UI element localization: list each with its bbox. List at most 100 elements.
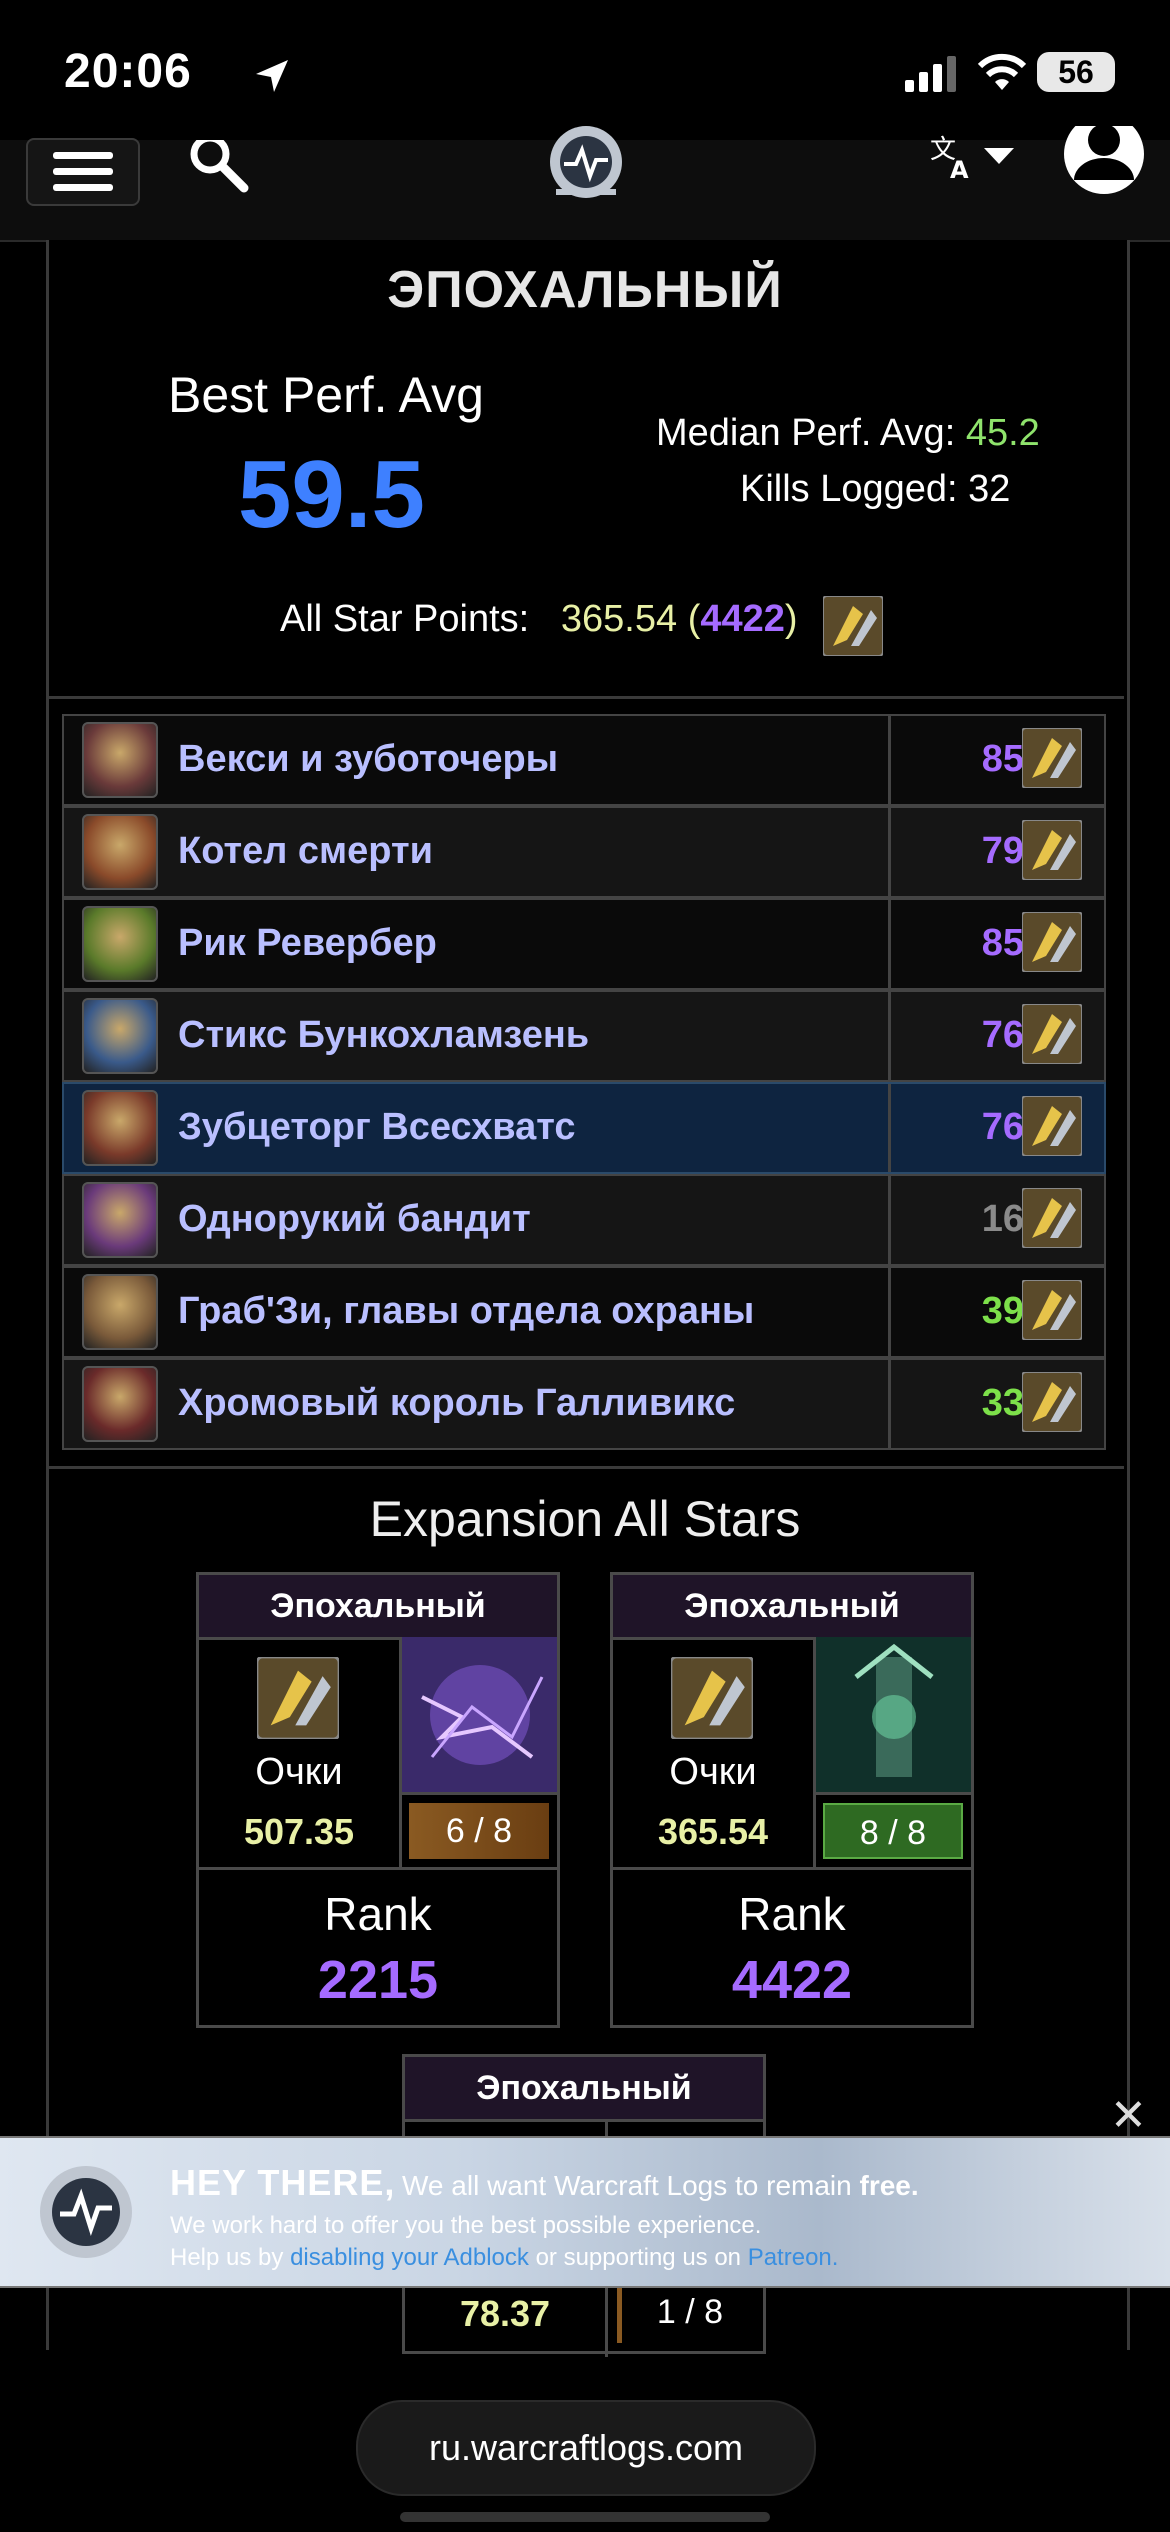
boss-name[interactable]: Хромовый король Галливикс xyxy=(178,1382,735,1425)
warrior-class-icon xyxy=(671,1657,753,1739)
boss-row[interactable]: Рик Ревербер 85 xyxy=(62,898,1106,990)
warrior-class-icon[interactable] xyxy=(1022,728,1082,788)
boss-name[interactable]: Стикс Бункохламзень xyxy=(178,1014,589,1057)
boss-portrait xyxy=(82,906,158,982)
warrior-class-icon[interactable] xyxy=(1022,1280,1082,1340)
warcraftlogs-logo xyxy=(40,2166,132,2258)
top-nav: 文 A xyxy=(0,126,1170,242)
warrior-class-icon[interactable] xyxy=(1022,912,1082,972)
boss-portrait xyxy=(82,1274,158,1350)
all-star-points-value: 365.54 xyxy=(560,598,678,640)
user-avatar-icon[interactable] xyxy=(1062,126,1146,196)
points-label: Очки xyxy=(255,1751,343,1793)
boss-score: 79 xyxy=(981,830,1024,872)
best-perf-label: Best Perf. Avg xyxy=(168,367,484,423)
best-perf-value: 59.5 xyxy=(238,441,425,548)
warrior-class-icon xyxy=(257,1657,339,1739)
boss-score: 39 xyxy=(981,1290,1024,1332)
progress-badge: 1 / 8 xyxy=(656,2293,724,2331)
boss-portrait xyxy=(82,722,158,798)
warcraftlogs-logo[interactable] xyxy=(536,126,636,206)
warrior-class-icon[interactable] xyxy=(1022,820,1082,880)
points-value: 78.37 xyxy=(459,2293,551,2334)
location-arrow-icon xyxy=(256,60,288,92)
svg-text:A: A xyxy=(950,156,969,180)
boss-name[interactable]: Векси и зуботочеры xyxy=(178,738,558,781)
warrior-class-icon[interactable] xyxy=(1022,1096,1082,1156)
warrior-class-icon[interactable] xyxy=(1022,1372,1082,1432)
warrior-class-icon[interactable] xyxy=(823,596,883,656)
progress-badge: 8 / 8 xyxy=(823,1803,963,1859)
kills-label: Kills Logged: xyxy=(740,468,958,510)
kills-logged: Kills Logged: 32 xyxy=(740,468,1010,511)
boss-row[interactable]: Однорукий бандит 16 xyxy=(62,1174,1106,1266)
card-header: Эпохальный xyxy=(405,2057,763,2122)
all-star-rank: 4422 xyxy=(700,598,785,640)
all-stars-card[interactable]: Эпохальный Очки 365.54 8 / 8 Rank 4422 xyxy=(610,1572,974,2028)
section-divider xyxy=(46,696,1124,699)
boss-portrait xyxy=(82,998,158,1074)
section-divider xyxy=(46,1466,1124,1469)
ad-line-2: We work hard to offer you the best possi… xyxy=(170,2212,762,2239)
all-stars-card[interactable]: Эпохальный Очки 507.35 6 / 8 Rank 2215 xyxy=(196,1572,560,2028)
ad-banner[interactable]: HEY THERE, We all want Warcraft Logs to … xyxy=(0,2136,1170,2288)
warrior-class-icon[interactable] xyxy=(1022,1188,1082,1248)
boss-row[interactable]: Хромовый король Галливикс 33 xyxy=(62,1358,1106,1450)
boss-name[interactable]: Граб'Зи, главы отдела охраны xyxy=(178,1290,754,1333)
battery-indicator: 56 xyxy=(1037,52,1115,92)
rank-label: Rank xyxy=(324,1888,432,1940)
expansion-all-stars-title: Expansion All Stars xyxy=(369,1491,801,1547)
rank-value: 2215 xyxy=(317,1950,439,2010)
cellular-signal-icon xyxy=(905,56,956,92)
median-label: Median Perf. Avg: xyxy=(656,412,956,454)
boss-portrait xyxy=(82,814,158,890)
all-star-points: All Star Points: 365.54 (4422) xyxy=(280,598,798,640)
address-bar[interactable]: ru.warcraftlogs.com xyxy=(356,2400,816,2496)
card-header: Эпохальный xyxy=(199,1575,557,1640)
kills-value: 32 xyxy=(968,468,1011,510)
boss-score: 76 xyxy=(981,1106,1024,1148)
boss-row[interactable]: Граб'Зи, главы отдела охраны 39 xyxy=(62,1266,1106,1358)
boss-name[interactable]: Котел смерти xyxy=(178,830,433,873)
boss-row[interactable]: Стикс Бункохламзень 76 xyxy=(62,990,1106,1082)
boss-row[interactable]: Котел смерти 79 xyxy=(62,806,1106,898)
difficulty-title: ЭПОХАЛЬНЫЙ xyxy=(387,261,783,319)
status-bar: 20:06 56 xyxy=(0,0,1170,140)
rank-value: 4422 xyxy=(731,1950,853,2010)
boss-name[interactable]: Однорукий бандит xyxy=(178,1198,531,1241)
warrior-class-icon[interactable] xyxy=(1022,1004,1082,1064)
home-indicator[interactable] xyxy=(400,2512,770,2522)
progress-badge: 6 / 8 xyxy=(409,1803,549,1859)
boss-score: 85 xyxy=(981,922,1024,964)
translate-icon[interactable]: 文 A xyxy=(930,132,978,190)
points-label: Очки xyxy=(669,1751,757,1793)
boss-score: 85 xyxy=(981,738,1024,780)
points-value: 507.35 xyxy=(243,1811,355,1852)
boss-row[interactable]: Векси и зуботочеры 85 xyxy=(62,714,1106,806)
patreon-link[interactable]: Patreon. xyxy=(748,2244,839,2271)
median-value: 45.2 xyxy=(965,412,1040,454)
boss-portrait xyxy=(82,1090,158,1166)
search-icon[interactable] xyxy=(182,140,252,196)
rank-label: Rank xyxy=(738,1888,846,1940)
ad-heading: HEY THERE, xyxy=(170,2162,396,2203)
boss-score: 33 xyxy=(981,1382,1024,1424)
points-value: 365.54 xyxy=(657,1811,769,1852)
menu-button[interactable] xyxy=(26,138,140,206)
ad-line-3: Help us by disabling your Adblock or sup… xyxy=(170,2244,839,2271)
boss-name[interactable]: Рик Ревербер xyxy=(178,922,437,965)
boss-portrait xyxy=(82,1366,158,1442)
boss-name[interactable]: Зубцеторг Всесхватс xyxy=(178,1106,576,1149)
disable-adblock-link[interactable]: disabling your Adblock xyxy=(290,2244,529,2271)
all-star-label: All Star Points: xyxy=(280,598,530,640)
median-perf: Median Perf. Avg: 45.2 xyxy=(656,412,1040,455)
chevron-down-icon[interactable] xyxy=(984,148,1014,164)
clock: 20:06 xyxy=(64,45,192,98)
boss-portrait xyxy=(82,1182,158,1258)
ad-line-1: We all want Warcraft Logs to remain free… xyxy=(402,2170,919,2201)
card-header: Эпохальный xyxy=(613,1575,971,1640)
raid-art-image xyxy=(816,1637,971,1792)
boss-score: 76 xyxy=(981,1014,1024,1056)
boss-row[interactable]: Зубцеторг Всесхватс 76 xyxy=(62,1082,1106,1174)
close-ad-button[interactable]: ✕ xyxy=(1110,2090,1147,2141)
